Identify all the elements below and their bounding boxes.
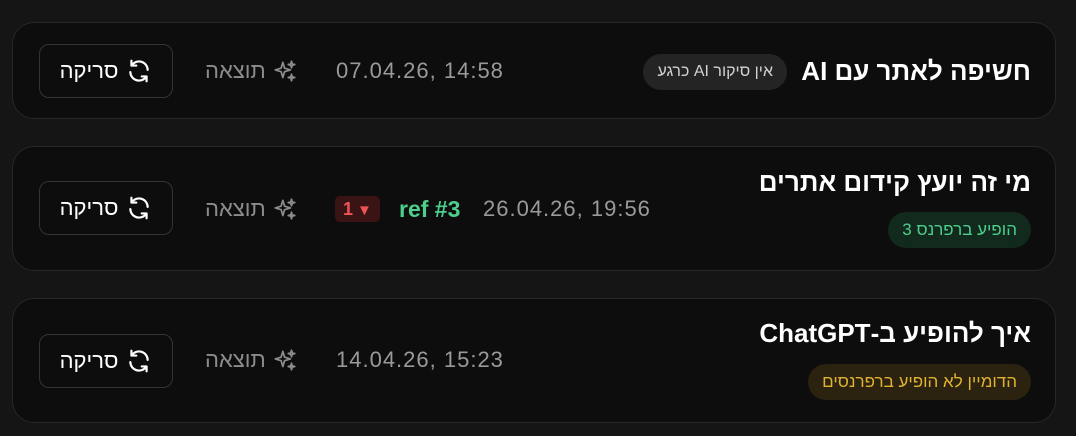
scan-button-label: סריקה: [59, 348, 119, 373]
query-card: מי זה יועץ קידום אתרים הופיע ברפרנס 3 26…: [12, 146, 1056, 271]
query-card: איך להופיע ב-ChatGPT הדומיין לא הופיע בר…: [12, 298, 1056, 423]
result-label: תוצאה: [205, 196, 266, 221]
scan-date: 07.04.26, 14:58: [336, 58, 504, 83]
reference-number: ref #3: [399, 196, 461, 222]
result-label: תוצאה: [205, 58, 266, 83]
result-link[interactable]: תוצאה: [205, 194, 298, 224]
rank-change-badge: 1 ▼: [335, 196, 380, 222]
query-card: חשיפה לאתר עם AI אין סיקור AI כרגע 07.04…: [12, 22, 1056, 119]
scan-button-label: סריקה: [59, 195, 119, 220]
refresh-icon: [126, 348, 152, 374]
scan-date: 26.04.26, 19:56: [483, 196, 651, 221]
scan-button[interactable]: סריקה: [39, 44, 173, 98]
scan-date: 14.04.26, 15:23: [336, 347, 504, 372]
scan-button-label: סריקה: [59, 58, 119, 83]
query-title: מי זה יועץ קידום אתרים: [758, 167, 1031, 197]
status-badge: אין סיקור AI כרגע: [643, 54, 787, 90]
sparkles-icon: [272, 347, 298, 373]
status-badge: הופיע ברפרנס 3: [888, 212, 1031, 248]
triangle-down-icon: ▼: [357, 202, 372, 219]
query-title: איך להופיע ב-ChatGPT: [759, 318, 1031, 348]
rank-change-value: 1: [343, 199, 354, 219]
status-badge: הדומיין לא הופיע ברפרנסים: [808, 364, 1031, 400]
sparkles-icon: [272, 196, 298, 222]
result-link[interactable]: תוצאה: [205, 345, 298, 375]
sparkles-icon: [272, 58, 298, 84]
refresh-icon: [126, 195, 152, 221]
query-title: חשיפה לאתר עם AI: [801, 56, 1031, 86]
query-list: חשיפה לאתר עם AI אין סיקור AI כרגע 07.04…: [0, 0, 1076, 436]
result-label: תוצאה: [205, 347, 266, 372]
scan-button[interactable]: סריקה: [39, 334, 173, 388]
scan-button[interactable]: סריקה: [39, 181, 173, 235]
refresh-icon: [126, 58, 152, 84]
result-link[interactable]: תוצאה: [205, 56, 298, 86]
